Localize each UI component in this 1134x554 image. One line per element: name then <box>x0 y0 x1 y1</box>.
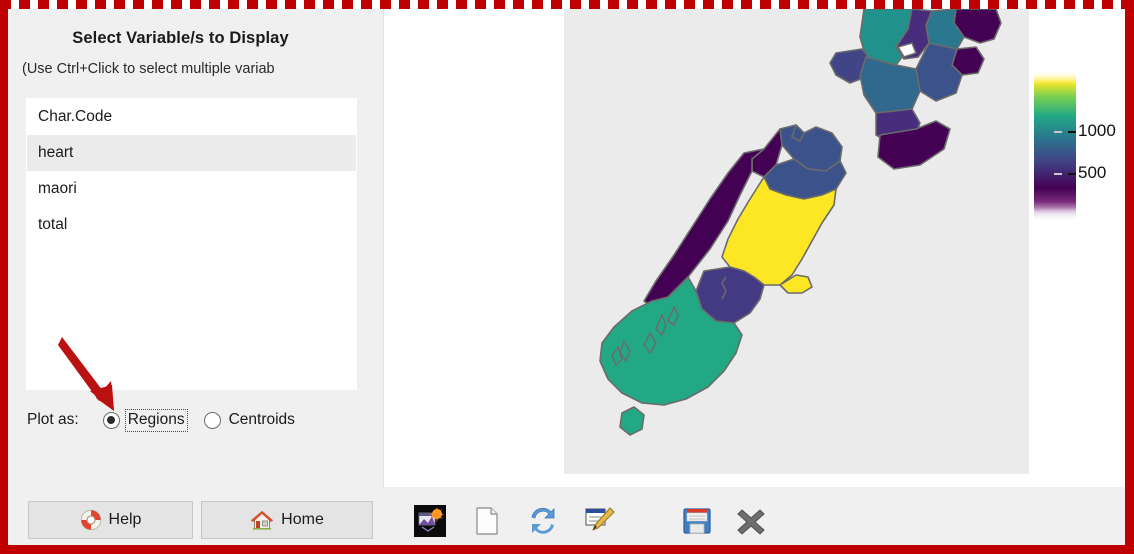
bottom-toolbar: Help Home <box>8 487 1125 545</box>
page-title: Select Variable/s to Display <box>72 29 289 47</box>
new-document-icon[interactable] <box>471 505 503 537</box>
radio-option-centroids[interactable]: Centroids <box>203 409 298 432</box>
help-button[interactable]: Help <box>28 501 193 539</box>
colorbar-legend: 1000 500 <box>1034 71 1124 221</box>
legend-tick-mark <box>1068 130 1076 133</box>
plot-as-radio-group: Regions Centroids <box>102 408 314 432</box>
variable-selection-panel: Select Variable/s to Display (Use Ctrl+C… <box>8 9 377 487</box>
help-button-label: Help <box>108 511 142 528</box>
window-border-right <box>1125 0 1134 554</box>
window-border-top <box>0 0 1134 9</box>
window-content: Select Variable/s to Display (Use Ctrl+C… <box>8 9 1125 545</box>
legend-tick-1000: 1000 <box>1054 121 1116 141</box>
list-item[interactable]: Char.Code <box>27 99 356 135</box>
radio-centroids-icon[interactable] <box>203 411 221 429</box>
lifebuoy-icon <box>80 509 101 531</box>
new-zealand-choropleth-map[interactable] <box>564 9 1029 474</box>
plot-panel: 1000 500 <box>383 9 1125 487</box>
legend-tick-label: 500 <box>1078 163 1107 182</box>
radio-option-regions[interactable]: Regions <box>102 408 188 432</box>
map-plot-area[interactable] <box>564 9 1029 474</box>
home-button-label: Home <box>281 511 324 528</box>
legend-tick-500: 500 <box>1054 163 1107 183</box>
plot-as-label: Plot as: <box>27 411 79 428</box>
legend-tick-mark-inner <box>1054 130 1062 133</box>
window-border-left <box>0 0 8 554</box>
variable-listbox[interactable]: Char.Code heart maori total <box>26 98 357 390</box>
edit-pencil-icon[interactable] <box>583 505 615 537</box>
application-window: Select Variable/s to Display (Use Ctrl+C… <box>0 0 1134 554</box>
radio-selected-dot <box>107 416 116 424</box>
house-icon <box>250 510 274 530</box>
radio-regions-label[interactable]: Regions <box>124 408 188 432</box>
plot-as-row: Plot as: Regions Centroids <box>27 405 314 435</box>
list-item[interactable]: total <box>27 207 356 243</box>
list-item[interactable]: maori <box>27 171 356 207</box>
window-border-bottom <box>0 545 1134 554</box>
plot-thumbnail-icon[interactable] <box>414 505 446 537</box>
close-x-icon[interactable] <box>735 505 767 537</box>
list-item[interactable]: heart <box>27 135 356 171</box>
save-floppy-icon[interactable] <box>681 505 713 537</box>
home-button[interactable]: Home <box>201 501 373 539</box>
legend-tick-mark-inner <box>1054 172 1062 175</box>
radio-regions-icon[interactable] <box>102 411 120 429</box>
panel-subtitle: (Use Ctrl+Click to select multiple varia… <box>22 61 275 77</box>
legend-tick-label: 1000 <box>1078 121 1116 140</box>
radio-centroids-label[interactable]: Centroids <box>226 409 298 432</box>
refresh-icon[interactable] <box>527 505 559 537</box>
legend-tick-mark <box>1068 172 1076 175</box>
colorbar-gradient <box>1034 71 1076 221</box>
